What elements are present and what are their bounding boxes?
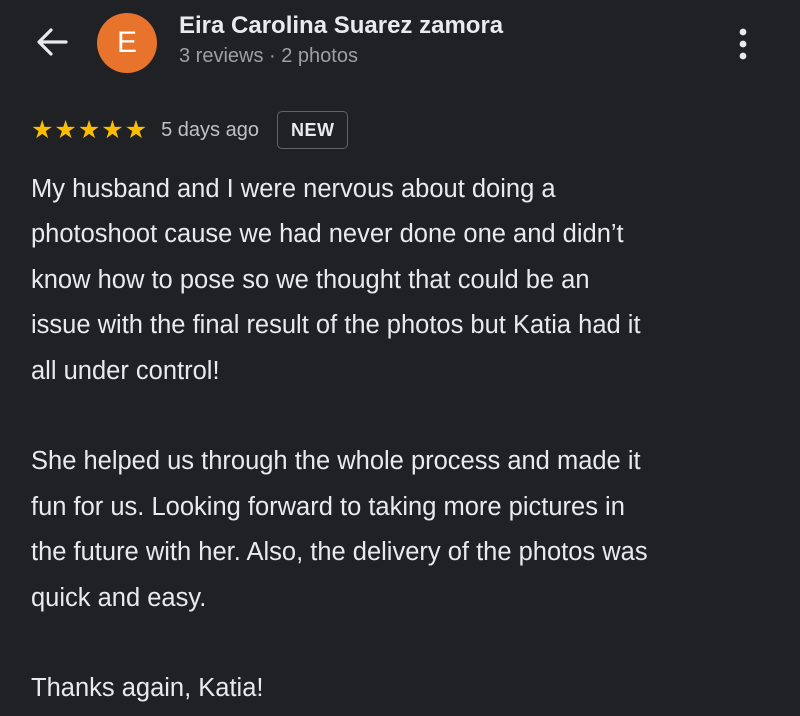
review-header: E Eira Carolina Suarez zamora 3 reviews … <box>0 0 800 90</box>
review-line: the future with her. Also, the delivery … <box>31 538 648 567</box>
star-icon: ★ <box>124 115 148 144</box>
review-line: My husband and I were nervous about doin… <box>31 175 556 203</box>
star-icon: ★ <box>31 115 54 144</box>
review-line: photoshoot cause we had never done one a… <box>31 220 624 249</box>
review-line: all under control! <box>31 356 220 385</box>
more-options-button[interactable] <box>728 20 758 68</box>
review-time: 5 days ago <box>161 118 259 141</box>
review-line: fun for us. Looking forward to taking mo… <box>31 492 625 521</box>
star-icon: ★ <box>54 115 77 144</box>
review-line: know how to pose so we thought that coul… <box>31 265 590 294</box>
avatar-letter: E <box>116 26 137 59</box>
new-badge: NEW <box>276 111 349 149</box>
review-line: issue with the final result of the photo… <box>31 311 641 340</box>
back-button[interactable] <box>30 24 74 60</box>
reviewer-name[interactable]: Eira Carolina Suarez zamora <box>179 12 503 40</box>
more-vert-icon <box>739 28 747 60</box>
review-line: Thanks again, Katia! <box>31 674 264 703</box>
review-line: She helped us through the whole process … <box>31 447 641 476</box>
star-rating: ★ ★ ★ ★ ★ <box>31 115 148 144</box>
arrow-back-icon <box>37 28 68 56</box>
avatar[interactable]: E <box>97 13 157 73</box>
review-text: My husband and I were nervous about doin… <box>31 167 781 712</box>
star-icon: ★ <box>101 115 124 144</box>
rating-row: ★ ★ ★ ★ ★ 5 days ago NEW <box>31 110 349 150</box>
star-icon: ★ <box>77 115 101 144</box>
reviewer-stats: 3 reviews · 2 photos <box>179 45 358 67</box>
review-line: quick and easy. <box>31 583 207 612</box>
